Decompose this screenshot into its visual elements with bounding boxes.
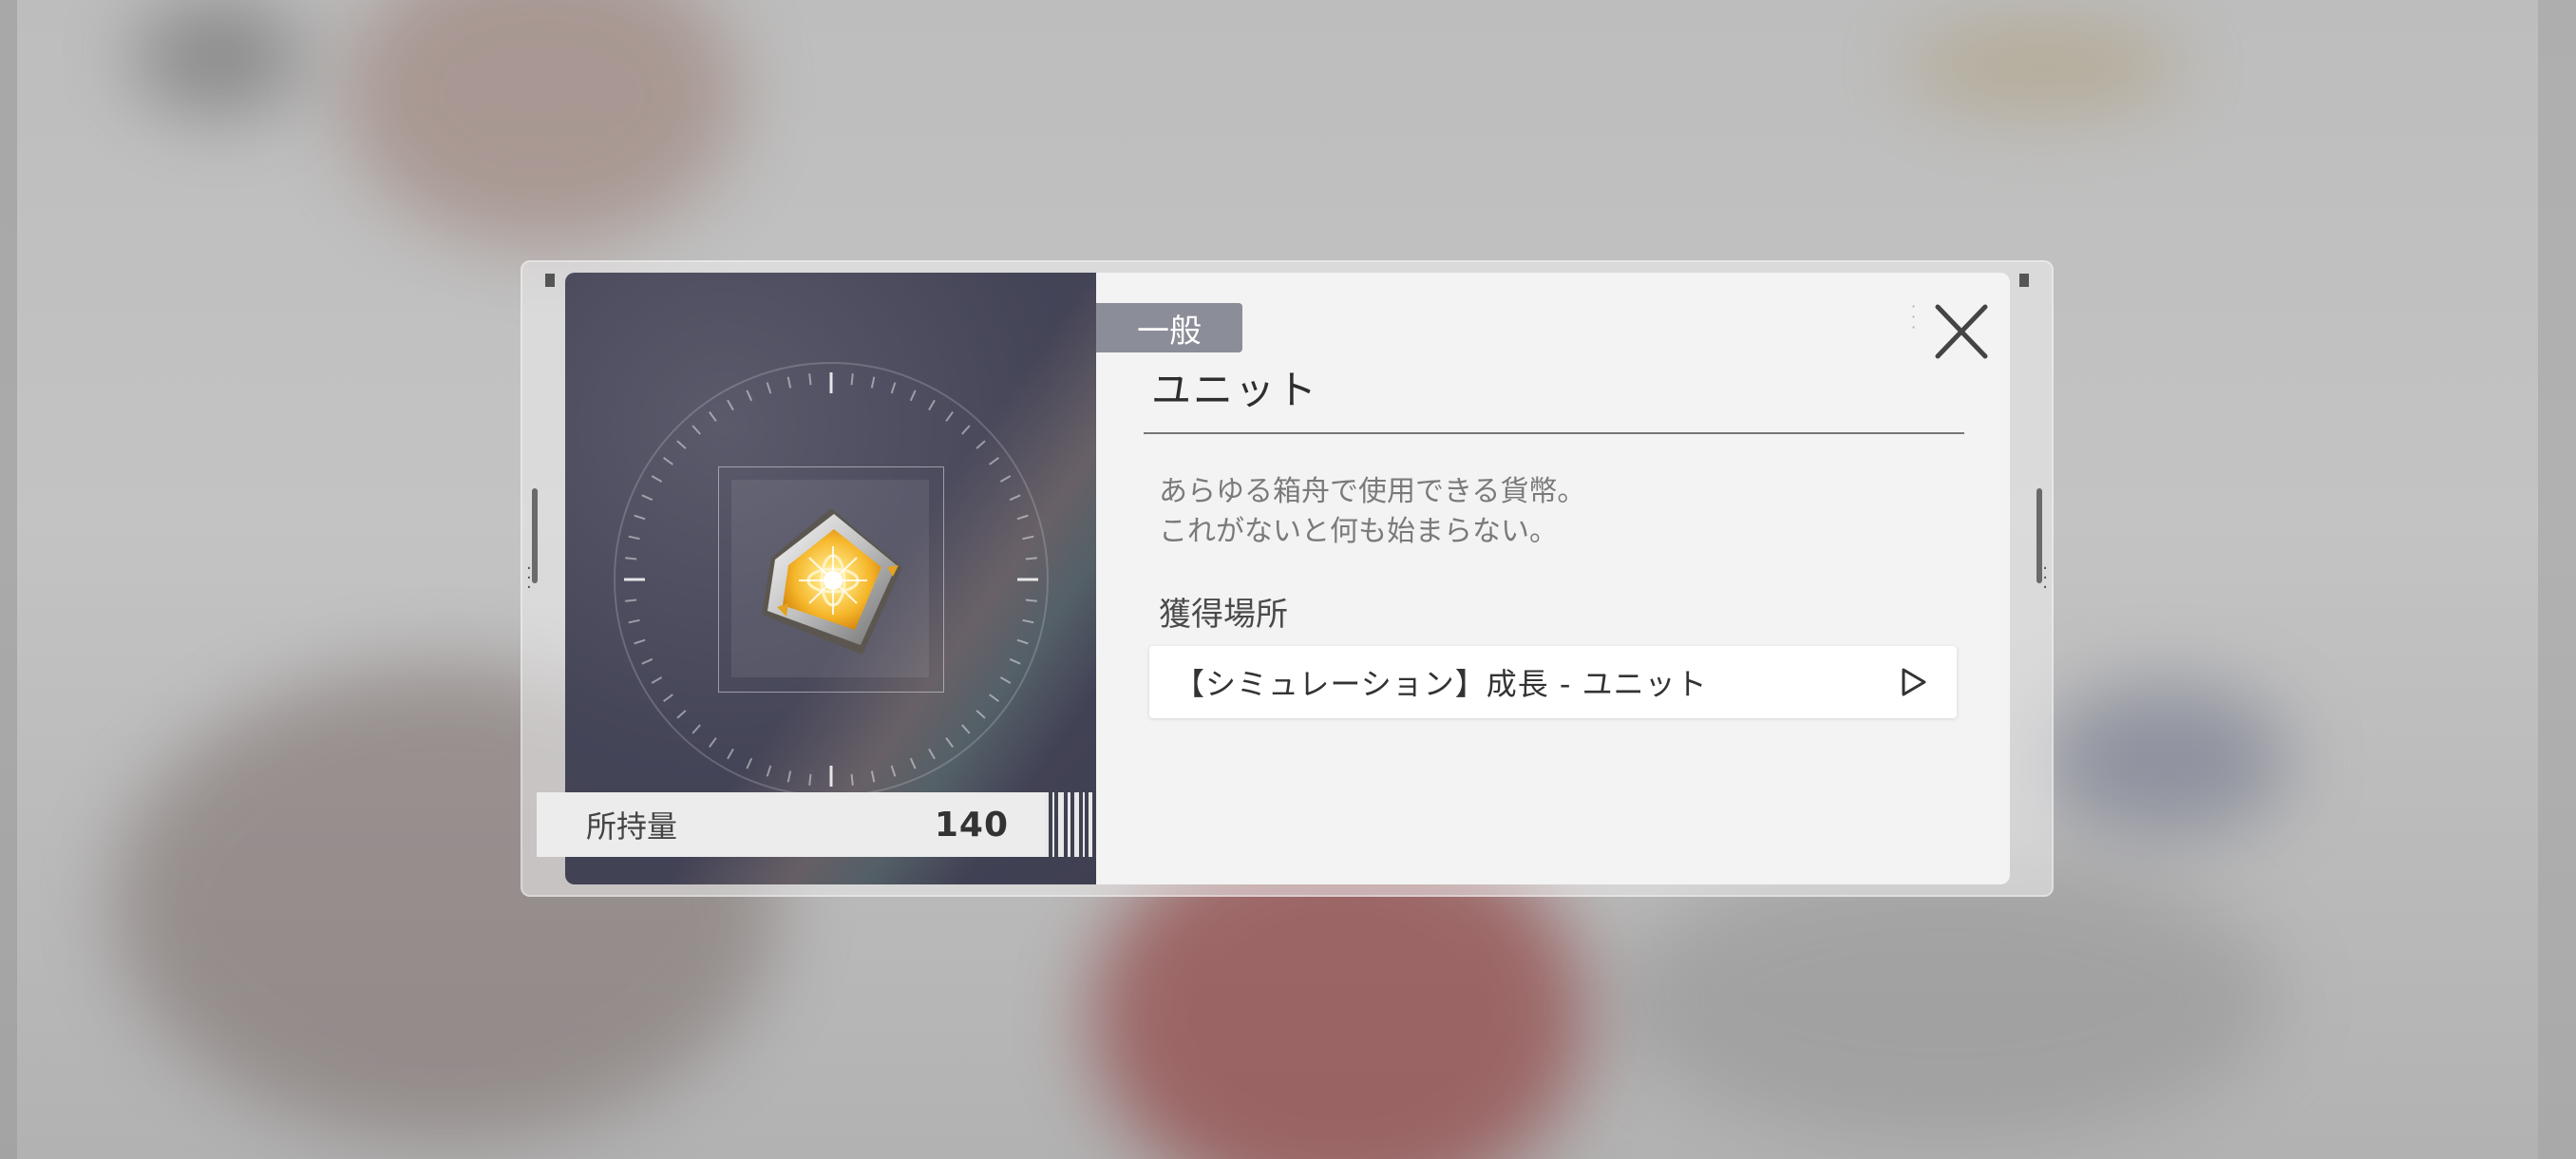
play-triangle-icon [1902, 668, 1926, 696]
dial-tick [1016, 514, 1029, 521]
frame-side-notch [532, 488, 538, 583]
dial-tick [625, 598, 637, 602]
owned-count: 140 [934, 805, 1009, 845]
dial-tick [850, 373, 854, 386]
dial-tick [651, 475, 663, 483]
acquisition-source-button[interactable]: 【シミュレーション】成長 - ユニット [1149, 646, 1957, 718]
dial-tick [634, 514, 646, 521]
gold-gem-currency-icon [762, 508, 902, 655]
dial-tick [1025, 557, 1037, 560]
dial-tick [1022, 618, 1034, 624]
dial-tick [766, 765, 772, 777]
dial-tick [709, 737, 717, 748]
dial-tick [909, 757, 917, 770]
dial-tick [641, 494, 653, 502]
dial-tick [625, 557, 637, 560]
dial-tick [975, 710, 986, 719]
dial-tick [691, 724, 701, 734]
dial-tick [786, 376, 792, 389]
frame-dots: · · · [2042, 559, 2048, 598]
dial-tick [1022, 535, 1034, 541]
dial-tick [975, 440, 986, 449]
description-line: あらゆる箱舟で使用できる貨幣。 [1159, 475, 1586, 508]
dial-tick [786, 770, 792, 783]
dial-tick [808, 773, 812, 786]
dial-tick [928, 399, 936, 411]
description-line: これがないと何も始まらない。 [1159, 515, 1558, 548]
dial-tick [1009, 494, 1021, 502]
dial-tick [691, 425, 701, 435]
category-badge: 一般 [1096, 303, 1242, 352]
item-description: あらゆる箱舟で使用できる貨幣。 これがないと何も始まらない。 [1159, 472, 1585, 552]
acquisition-source-label: 【シミュレーション】成長 - ユニット [1174, 666, 1708, 702]
acquisition-heading: 獲得場所 [1159, 596, 1288, 634]
dial-tick [676, 710, 687, 719]
dial-tick [928, 748, 936, 760]
dial-tick [850, 773, 854, 786]
barcode-decoration [1045, 792, 1094, 857]
dial-tick [945, 411, 954, 422]
dial-tick [989, 694, 999, 702]
dial-tick [870, 376, 876, 389]
dial-tick [628, 535, 640, 541]
dial-tick [628, 618, 640, 624]
dial-tick [727, 399, 734, 411]
title-divider [1144, 432, 1964, 434]
frame-side-notch [2036, 488, 2042, 583]
dial-tick [746, 757, 753, 770]
dial-tick [634, 638, 646, 645]
item-title: ユニット [1151, 367, 1319, 413]
dots-decoration: · · · [1911, 297, 1917, 336]
dial-tick [663, 457, 673, 466]
dial-tick [1025, 598, 1037, 602]
dial-tick [808, 373, 812, 386]
dial-tick [746, 390, 753, 402]
dial-tick [890, 765, 897, 777]
dial-tick [727, 748, 734, 760]
dial-tick [890, 382, 897, 394]
dial-tick [663, 694, 673, 702]
frame-dots: · · · [526, 559, 532, 598]
dial-tick [766, 382, 772, 394]
dial-tick [651, 676, 663, 684]
dial-tick [1016, 638, 1029, 645]
frame-corner-mark [2019, 274, 2029, 287]
item-info-panel: 一般 ユニット あらゆる箱舟で使用できる貨幣。 これがないと何も始まらない。 獲… [1096, 273, 2010, 884]
owned-label: 所持量 [586, 808, 678, 845]
dial-tick [641, 657, 653, 665]
owned-count-bar: 所持量 140 [537, 792, 1045, 857]
dial-tick [676, 440, 687, 449]
dial-tick [999, 475, 1012, 483]
dial-tick [961, 724, 971, 734]
close-x-icon[interactable] [1923, 294, 1998, 370]
dial-tick [909, 390, 917, 402]
dial-tick [999, 676, 1012, 684]
dial-tick [945, 737, 954, 748]
dial-tick [961, 425, 971, 435]
dial-tick [709, 411, 717, 422]
dial-tick [1009, 657, 1021, 665]
frame-corner-mark [545, 274, 555, 287]
dial-tick [989, 457, 999, 466]
dial-tick [870, 770, 876, 783]
